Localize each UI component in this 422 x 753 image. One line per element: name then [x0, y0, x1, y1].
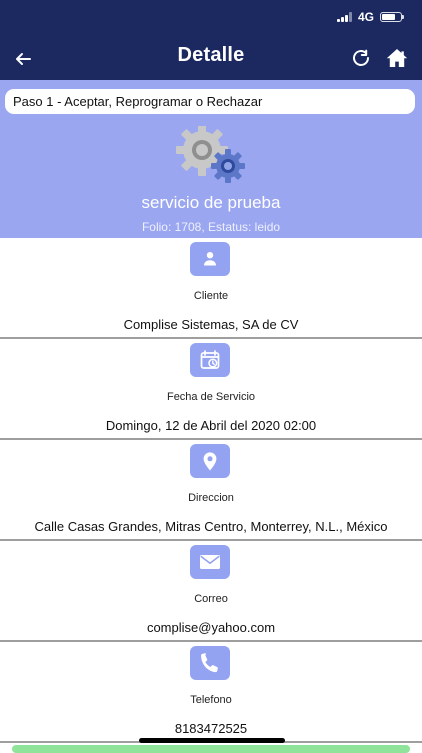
gears-icon: [176, 126, 245, 183]
signal-icon: [336, 12, 352, 22]
email-value: complise@yahoo.com: [146, 620, 276, 635]
client-value: Complise Sistemas, SA de CV: [123, 317, 299, 332]
address-value: Calle Casas Grandes, Mitras Centro, Mont…: [34, 519, 388, 534]
network-label: 4G: [357, 10, 374, 24]
phone-icon-badge: [190, 646, 230, 680]
email-icon-badge: [190, 545, 230, 579]
phone-value: 8183472525: [174, 721, 248, 736]
envelope-icon: [200, 555, 220, 569]
home-indicator: [139, 738, 285, 743]
refresh-icon: [353, 49, 369, 66]
address-icon-badge: [190, 444, 230, 478]
status-indicators: 4G: [336, 10, 404, 24]
email-label: Correo: [194, 593, 228, 605]
email-section: Correo complise@yahoo.com: [0, 541, 422, 642]
address-section: Direccion Calle Casas Grandes, Mitras Ce…: [0, 440, 422, 541]
home-button[interactable]: [384, 45, 410, 71]
phone-label: Telefono: [190, 694, 232, 706]
client-label: Cliente: [193, 290, 229, 302]
calendar-clock-icon: [200, 350, 220, 369]
service-name: servicio de prueba: [141, 193, 281, 212]
client-section: Cliente Complise Sistemas, SA de CV: [0, 238, 422, 339]
service-summary: Paso 1 - Aceptar, Reprogramar o Rechazar: [0, 80, 422, 238]
phone-icon: [201, 653, 218, 673]
bottom-action-button[interactable]: [12, 745, 410, 753]
service-folio-status: Folio: 1708, Estatus: leido: [141, 220, 281, 234]
service-date-icon-badge: [190, 343, 230, 377]
refresh-button[interactable]: [348, 45, 374, 71]
address-label: Direccion: [188, 492, 234, 504]
workflow-step-selector[interactable]: Paso 1 - Aceptar, Reprogramar o Rechazar: [5, 89, 415, 114]
client-icon-badge: [190, 242, 230, 276]
top-app-bar: 4G Detalle: [0, 0, 422, 80]
service-date-value: Domingo, 12 de Abril del 2020 02:00: [105, 418, 317, 433]
service-date-section: Fecha de Servicio Domingo, 12 de Abril d…: [0, 339, 422, 440]
home-icon: [386, 49, 408, 67]
user-icon: [204, 252, 216, 266]
phone-section: Telefono 8183472525: [0, 642, 422, 743]
location-pin-icon: [203, 452, 217, 471]
battery-icon: [380, 12, 404, 22]
service-date-label: Fecha de Servicio: [166, 391, 256, 403]
